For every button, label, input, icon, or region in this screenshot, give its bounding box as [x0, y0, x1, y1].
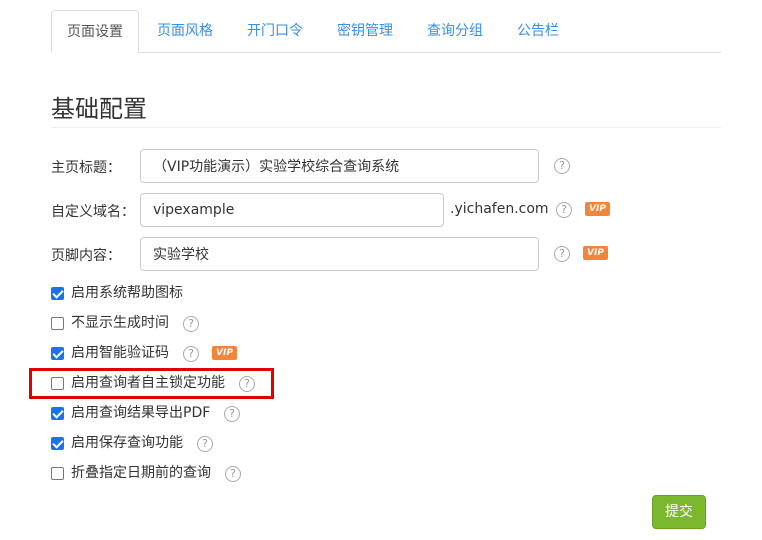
- tab-query-groups[interactable]: 查询分组: [427, 10, 483, 51]
- tab-door-password[interactable]: 开门口令: [247, 10, 303, 51]
- checkbox-export-pdf[interactable]: [51, 407, 64, 420]
- checkbox-enable-help-icon[interactable]: [51, 287, 64, 300]
- custom-domain-label: 自定义域名：: [51, 204, 135, 220]
- domain-suffix: .yichafen.com: [450, 201, 549, 217]
- checkbox-save-query[interactable]: [51, 437, 64, 450]
- checkbox-hide-generation-time[interactable]: [51, 317, 64, 330]
- tab-bar: 页面设置 页面风格 开门口令 密钥管理 查询分组 公告栏: [51, 10, 721, 53]
- tab-page-style[interactable]: 页面风格: [157, 10, 213, 51]
- export-pdf-help-icon[interactable]: ?: [224, 406, 240, 422]
- checkbox-label: 不显示生成时间: [71, 315, 169, 331]
- save-query-help-icon[interactable]: ?: [197, 436, 213, 452]
- checkbox-label: 折叠指定日期前的查询: [71, 465, 211, 481]
- checkbox-smart-captcha[interactable]: [51, 347, 64, 360]
- checkbox-label: 启用系统帮助图标: [71, 285, 183, 301]
- submit-button[interactable]: 提交: [652, 495, 706, 529]
- fold-queries-help-icon[interactable]: ?: [225, 466, 241, 482]
- footer-input[interactable]: [140, 237, 539, 271]
- section-divider: [51, 127, 721, 128]
- vip-badge: VIP: [583, 246, 608, 260]
- highlight-box: [29, 368, 274, 399]
- footer-help-icon[interactable]: ?: [554, 246, 570, 262]
- tab-bulletin[interactable]: 公告栏: [517, 10, 559, 51]
- checkbox-label: 启用保存查询功能: [71, 435, 183, 451]
- vip-badge: VIP: [212, 346, 237, 360]
- homepage-title-input[interactable]: [140, 149, 539, 183]
- tab-page-settings[interactable]: 页面设置: [51, 10, 139, 53]
- section-title: 基础配置: [51, 95, 147, 123]
- checkbox-label: 启用查询结果导出PDF: [71, 405, 211, 421]
- vip-badge: VIP: [585, 202, 610, 216]
- captcha-help-icon[interactable]: ?: [183, 346, 199, 362]
- custom-domain-help-icon[interactable]: ?: [556, 202, 572, 218]
- checkbox-label: 启用智能验证码: [71, 345, 169, 361]
- footer-label: 页脚内容：: [51, 248, 121, 264]
- homepage-title-label: 主页标题：: [51, 160, 121, 176]
- custom-domain-input[interactable]: [140, 193, 444, 227]
- tab-key-management[interactable]: 密钥管理: [337, 10, 393, 51]
- checkbox-fold-queries[interactable]: [51, 467, 64, 480]
- hide-time-help-icon[interactable]: ?: [183, 316, 199, 332]
- homepage-title-help-icon[interactable]: ?: [554, 158, 570, 174]
